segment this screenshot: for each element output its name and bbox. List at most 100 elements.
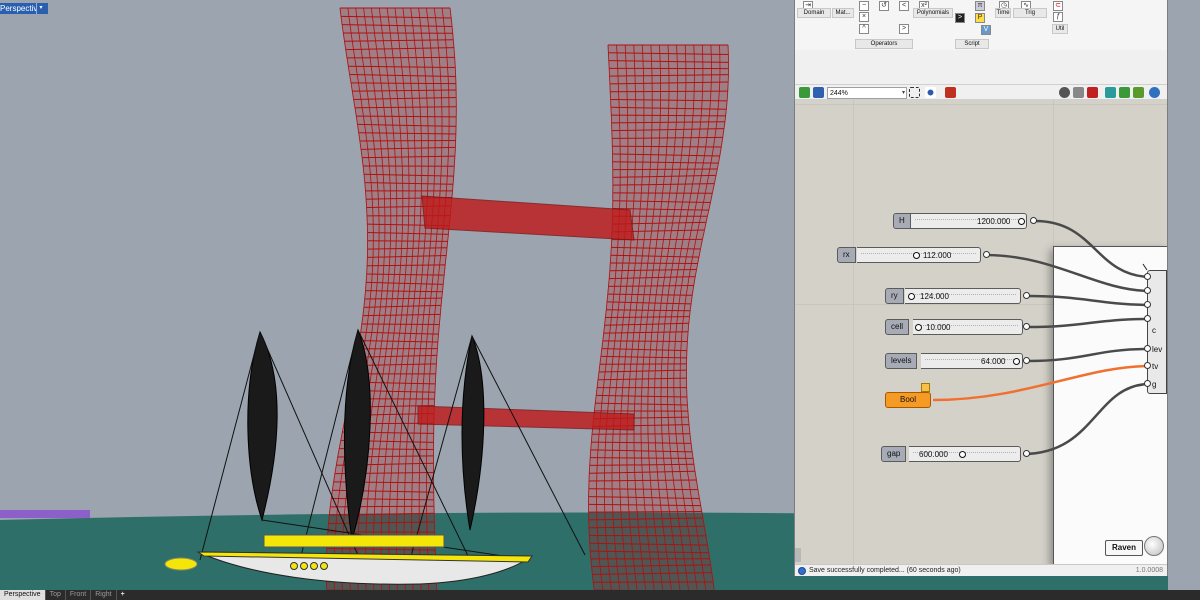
input-label-tv: tv (1152, 362, 1159, 371)
raven-button[interactable]: Raven (1105, 540, 1143, 556)
input-port[interactable] (1144, 380, 1151, 387)
boat-cabin (263, 534, 445, 548)
status-message: Save successfully completed... (60 secon… (809, 567, 961, 574)
viewport-menu-icon[interactable]: ▾ (36, 3, 45, 14)
zoom-extents-icon[interactable] (909, 87, 920, 98)
add-tab-icon[interactable]: + (117, 590, 129, 600)
cluster-icon[interactable] (1119, 87, 1130, 98)
input-port[interactable] (1144, 345, 1151, 352)
wire-gap (1022, 382, 1150, 456)
zoom-field[interactable]: 244% ▾ (827, 87, 907, 99)
save-file-icon[interactable] (813, 87, 824, 98)
util-icon[interactable]: ⊂ (1053, 1, 1063, 11)
input-port[interactable] (1144, 315, 1151, 322)
slider-knob[interactable] (1018, 218, 1025, 225)
slider-track[interactable]: 64.000 (921, 353, 1023, 369)
slider-gap[interactable]: gap 600.000 (881, 446, 1030, 462)
viewport-tabs: Perspective Top Front Right + (0, 590, 1200, 600)
raven-dial-icon[interactable] (1144, 536, 1164, 556)
slider-track[interactable]: 600.000 (909, 446, 1021, 462)
curve-icon[interactable]: ↺ (879, 1, 889, 11)
slider-track[interactable]: 112.000 (857, 247, 981, 263)
boolean-toggle[interactable]: Bool (885, 392, 931, 408)
canvas-toolbar: 244% ▾ (795, 84, 1167, 100)
slider-cell[interactable]: cell 10.000 (885, 319, 1030, 335)
ribbon-polynomials-label[interactable]: Polynomials (913, 8, 953, 18)
output-port[interactable] (1023, 450, 1030, 457)
grasshopper-canvas[interactable]: c lev tv g H 1200.000 rx 112.000 ry 124.… (795, 100, 1167, 564)
input-port[interactable] (1144, 287, 1151, 294)
output-port[interactable] (1030, 217, 1037, 224)
slider-name: H (893, 213, 911, 229)
preview-mode-icon[interactable] (1059, 87, 1070, 98)
wire-ry (1026, 294, 1150, 307)
horizontal-scrollbar[interactable] (795, 548, 801, 562)
sphere-icon[interactable] (1149, 87, 1160, 98)
input-port[interactable] (1144, 273, 1151, 280)
slider-ry[interactable]: ry 124.000 (885, 288, 1030, 304)
ribbon-operators-label[interactable]: Operators (855, 39, 913, 49)
wire-levels (1026, 347, 1150, 363)
ribbon-script-label[interactable]: Script (955, 39, 989, 49)
shaded-icon[interactable] (1087, 87, 1098, 98)
ribbon-domain-label[interactable]: Domain (797, 8, 831, 18)
zoom-dropdown-icon[interactable]: ▾ (902, 88, 905, 99)
tab-perspective[interactable]: Perspective (0, 590, 46, 600)
tab-right[interactable]: Right (91, 590, 117, 600)
slider-rx[interactable]: rx 112.000 (837, 247, 990, 263)
wireframe-icon[interactable] (1073, 87, 1084, 98)
output-port[interactable] (1023, 357, 1030, 364)
preview-eye-icon[interactable] (925, 87, 936, 98)
slider-knob[interactable] (915, 324, 922, 331)
tab-top[interactable]: Top (46, 590, 66, 600)
wire-rx (984, 253, 1150, 293)
input-port[interactable] (1144, 362, 1151, 369)
status-info-icon (798, 567, 806, 575)
ribbon-trig-label[interactable]: Trig (1013, 8, 1047, 18)
output-port[interactable] (1023, 323, 1030, 330)
vb-script-icon[interactable]: V (981, 25, 991, 35)
slider-knob[interactable] (1013, 358, 1020, 365)
slider-h[interactable]: H 1200.000 (893, 213, 1037, 229)
slider-value: 124.000 (920, 292, 949, 301)
wire-h (1034, 219, 1150, 279)
porthole (300, 562, 308, 570)
open-file-icon[interactable] (799, 87, 810, 98)
slider-value: 112.000 (923, 251, 952, 260)
ribbon-util-label[interactable]: Util (1052, 24, 1068, 34)
console-icon[interactable]: > (955, 13, 965, 23)
porthole (320, 562, 328, 570)
greater-than-icon[interactable]: > (899, 24, 909, 34)
grasshopper-window: ⇥ Domain Mat... − × ^ ↺ < > Operators x²… (794, 0, 1168, 576)
slider-track[interactable]: 1200.000 (911, 213, 1027, 229)
sketch-icon[interactable] (945, 87, 956, 98)
slider-name: ry (885, 288, 904, 304)
bake-icon[interactable] (1105, 87, 1116, 98)
slider-levels[interactable]: levels 64.000 (885, 353, 1030, 369)
slider-value: 1200.000 (977, 217, 1011, 226)
power-icon[interactable]: ^ (859, 24, 869, 34)
porthole (290, 562, 298, 570)
group-icon[interactable] (1133, 87, 1144, 98)
slider-knob[interactable] (913, 252, 920, 259)
slider-knob[interactable] (959, 451, 966, 458)
toggle-flag-icon (921, 383, 930, 392)
tab-front[interactable]: Front (66, 590, 92, 600)
input-port[interactable] (1144, 301, 1151, 308)
output-port[interactable] (1023, 292, 1030, 299)
slider-track[interactable]: 124.000 (905, 288, 1021, 304)
ribbon-mat-label[interactable]: Mat... (832, 8, 854, 18)
function-icon[interactable]: ƒ (1053, 12, 1063, 22)
python-script-icon[interactable]: P (975, 13, 985, 23)
ribbon-time-label[interactable]: Time (995, 8, 1011, 18)
multiply-icon[interactable]: × (859, 12, 869, 22)
slider-value: 600.000 (919, 450, 948, 459)
less-than-icon[interactable]: < (899, 1, 909, 11)
slider-track[interactable]: 10.000 (913, 319, 1023, 335)
python-icon[interactable]: π (975, 1, 985, 11)
slider-name: cell (885, 319, 910, 335)
component-ribbon: ⇥ Domain Mat... − × ^ ↺ < > Operators x²… (795, 0, 1167, 50)
output-port[interactable] (983, 251, 990, 258)
slider-knob[interactable] (908, 293, 915, 300)
negative-icon[interactable]: − (859, 1, 869, 11)
